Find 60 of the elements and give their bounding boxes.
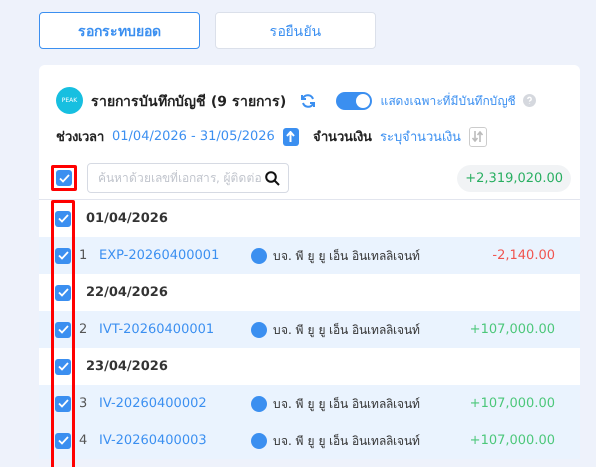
tab[interactable]: รอกระทบยอด <box>39 12 200 49</box>
document-link[interactable]: IV-20260400003 <box>99 433 251 448</box>
row-checkbox[interactable] <box>55 322 71 338</box>
total-amount: +2,319,020.00 <box>457 164 571 192</box>
entry-row[interactable]: 1 EXP-20260400001 บจ. พี ยู ยู เอ็น อินเทลลิเจนท์ -2,140.00 <box>39 237 580 274</box>
select-all-checkbox[interactable] <box>56 170 72 186</box>
entry-amount: -2,140.00 <box>492 248 555 263</box>
entry-amount: +107,000.00 <box>470 322 555 337</box>
search-icon <box>265 170 280 186</box>
row-checkbox[interactable] <box>55 210 71 226</box>
check-icon <box>58 362 68 371</box>
sort-arrows-icon <box>472 131 484 142</box>
row-number: 1 <box>79 248 88 263</box>
row-number: 4 <box>79 433 88 448</box>
check-icon <box>58 251 68 260</box>
row-number: 2 <box>79 322 88 337</box>
entry-row[interactable]: 3 IV-20260400002 บจ. พี ยู ยู เอ็น อินเทลลิเจนท์ +107,000.00 <box>39 385 580 422</box>
sort-button[interactable] <box>282 128 299 146</box>
contact-avatar <box>251 396 267 412</box>
date-heading: 22/04/2026 <box>86 285 168 300</box>
check-icon <box>58 174 70 182</box>
contact-name: บจ. พี ยู ยู เอ็น อินเทลลิเจนท์ <box>273 396 421 413</box>
panel-title: รายการบันทึกบัญชี (9 รายการ) <box>91 92 286 112</box>
check-icon <box>58 288 68 297</box>
document-link[interactable]: IV-20260400002 <box>99 396 251 411</box>
row-checkbox[interactable] <box>55 248 71 264</box>
contact-avatar <box>251 322 267 338</box>
row-checkbox[interactable] <box>55 396 71 412</box>
row-number: 3 <box>79 396 88 411</box>
date-heading: 23/04/2026 <box>86 359 168 374</box>
entry-row[interactable]: 2 IVT-20260400001 บจ. พี ยู ยู เอ็น อินเทลลิเจนท์ +107,000.00 <box>39 311 580 348</box>
check-icon <box>58 325 68 334</box>
row-checkbox[interactable] <box>55 284 71 300</box>
check-icon <box>58 399 68 408</box>
entry-row[interactable]: 4 IV-20260400003 บจ. พี ยู ยู เอ็น อินเทลลิเจนท์ +107,000.00 <box>39 422 580 459</box>
date-heading: 01/04/2026 <box>86 211 168 226</box>
sort-button[interactable] <box>468 126 487 146</box>
row-checkbox[interactable] <box>55 358 71 374</box>
document-link[interactable]: IVT-20260400001 <box>99 322 251 337</box>
contact-name: บจ. พี ยู ยู เอ็น อินเทลลิเจนท์ <box>273 248 421 265</box>
entry-amount: +107,000.00 <box>470 396 555 411</box>
refresh-icon[interactable] <box>300 92 316 108</box>
arrow-up-icon <box>286 131 296 142</box>
check-icon <box>58 214 68 223</box>
toggle-label: แสดงเฉพาะที่มีบันทึกบัญชี <box>380 92 516 110</box>
contact-name: บจ. พี ยู ยู เอ็น อินเทลลิเจนท์ <box>273 432 421 450</box>
tab[interactable]: รอยืนยัน <box>215 12 376 49</box>
document-link[interactable]: EXP-20260400001 <box>99 248 251 263</box>
contact-avatar <box>251 248 267 264</box>
contact-name: บจ. พี ยู ยู เอ็น อินเทลลิเจนท์ <box>273 322 421 339</box>
toggle-switch[interactable] <box>336 92 372 110</box>
row-checkbox[interactable] <box>55 432 71 448</box>
check-icon <box>58 436 68 445</box>
amount-value[interactable]: ระบุจำนวนเงิน <box>380 126 461 147</box>
search-field[interactable]: ค้นหาด้วยเลขที่เอกสาร, ผู้ติดต่อ <box>87 163 289 193</box>
entry-amount: +107,000.00 <box>470 433 555 448</box>
amount-label: จำนวนเงิน <box>312 129 372 147</box>
period-value[interactable]: 01/04/2026 - 31/05/2026 <box>112 129 275 144</box>
contact-avatar <box>251 432 267 448</box>
period-label: ช่วงเวลา <box>56 129 104 147</box>
